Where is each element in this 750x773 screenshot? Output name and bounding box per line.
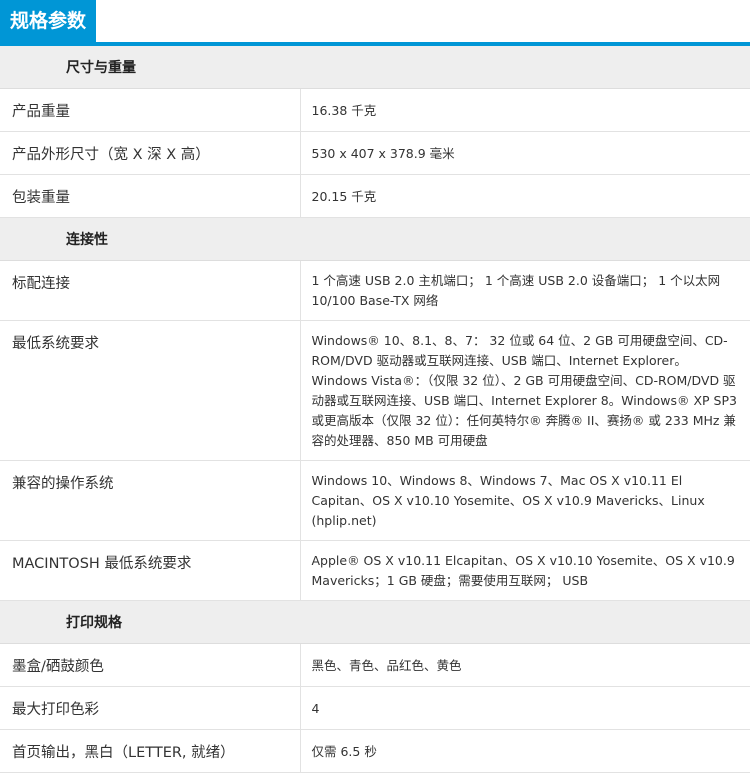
spec-title: 规格参数 [0, 0, 97, 42]
spec-value: 20.15 千克 [300, 174, 750, 218]
spec-label: 墨盒/硒鼓颜色 [0, 643, 301, 687]
spec-label: 最大打印色彩 [0, 686, 301, 730]
spec-value: 530 x 407 x 378.9 毫米 [300, 131, 750, 175]
table-row: MACINTOSH 最低系统要求 Apple® OS X v10.11 Elca… [0, 540, 750, 601]
spec-value: 1 个高速 USB 2.0 主机端口； 1 个高速 USB 2.0 设备端口； … [300, 260, 750, 321]
spec-label: 最低系统要求 [0, 320, 301, 461]
section-title: 尺寸与重量 [0, 46, 750, 89]
table-row: 首页输出，黑白（LETTER, 就绪） 仅需 6.5 秒 [0, 729, 750, 773]
spec-label: 兼容的操作系统 [0, 460, 301, 541]
spec-value: Windows 10、Windows 8、Windows 7、Mac OS X … [300, 460, 750, 541]
spec-label: 首页输出，黑白（LETTER, 就绪） [0, 729, 301, 773]
spec-value: 16.38 千克 [300, 88, 750, 132]
spec-label: 标配连接 [0, 260, 301, 321]
spec-table: 尺寸与重量 产品重量 16.38 千克 产品外形尺寸（宽 X 深 X 高） 53… [0, 46, 750, 773]
spec-label: 产品外形尺寸（宽 X 深 X 高） [0, 131, 301, 175]
table-row: 产品外形尺寸（宽 X 深 X 高） 530 x 407 x 378.9 毫米 [0, 131, 750, 175]
section-title: 打印规格 [0, 600, 750, 644]
spec-value: Apple® OS X v10.11 Elcapitan、OS X v10.10… [300, 540, 750, 601]
spec-label: MACINTOSH 最低系统要求 [0, 540, 301, 601]
table-row: 最低系统要求 Windows® 10、8.1、8、7： 32 位或 64 位、2… [0, 320, 750, 461]
table-row: 标配连接 1 个高速 USB 2.0 主机端口； 1 个高速 USB 2.0 设… [0, 260, 750, 321]
spec-value: Windows® 10、8.1、8、7： 32 位或 64 位、2 GB 可用硬… [300, 320, 750, 461]
table-row: 最大打印色彩 4 [0, 686, 750, 730]
section-connectivity: 连接性 [0, 217, 750, 261]
table-row: 产品重量 16.38 千克 [0, 88, 750, 132]
spec-header: 规格参数 [0, 0, 750, 46]
section-print-specs: 打印规格 [0, 600, 750, 644]
table-row: 包装重量 20.15 千克 [0, 174, 750, 218]
spec-value: 仅需 6.5 秒 [300, 729, 750, 773]
section-dimensions: 尺寸与重量 [0, 46, 750, 89]
spec-value: 4 [300, 686, 750, 730]
spec-label: 包装重量 [0, 174, 301, 218]
table-row: 兼容的操作系统 Windows 10、Windows 8、Windows 7、M… [0, 460, 750, 541]
section-title: 连接性 [0, 217, 750, 261]
table-row: 墨盒/硒鼓颜色 黑色、青色、品红色、黄色 [0, 643, 750, 687]
spec-value: 黑色、青色、品红色、黄色 [300, 643, 750, 687]
spec-label: 产品重量 [0, 88, 301, 132]
